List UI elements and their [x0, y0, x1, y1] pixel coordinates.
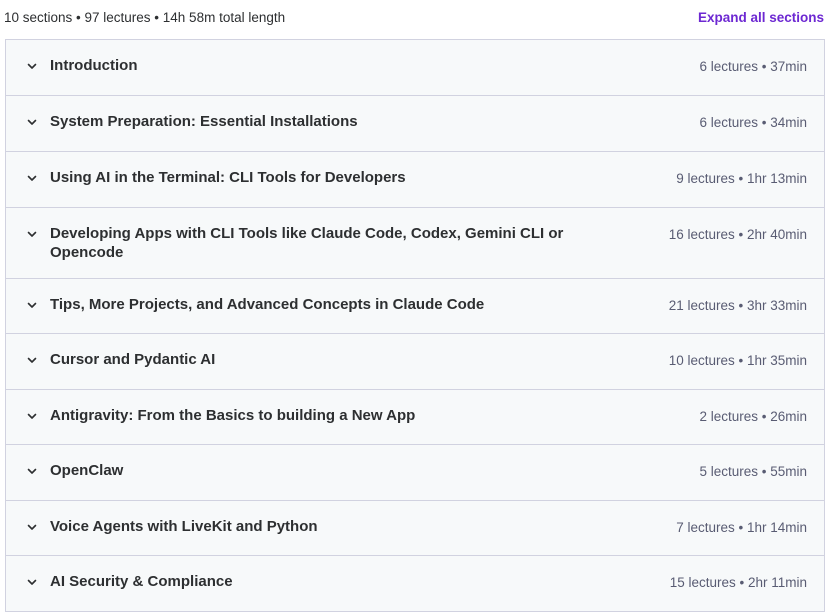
section-meta: 6 lectures • 34min	[699, 115, 807, 130]
section-row[interactable]: Tips, More Projects, and Advanced Concep…	[6, 279, 824, 334]
section-row[interactable]: Antigravity: From the Basics to building…	[6, 390, 824, 445]
section-row[interactable]: Using AI in the Terminal: CLI Tools for …	[6, 152, 824, 208]
section-title: Tips, More Projects, and Advanced Concep…	[50, 296, 485, 313]
section-row[interactable]: Voice Agents with LiveKit and Python 7 le…	[6, 501, 824, 556]
section-meta: 15 lectures • 2hr 11min	[669, 575, 807, 590]
section-title: Cursor and Pydantic AI	[50, 351, 216, 368]
section-list: Introduction 6 lectures • 37min System Pre…	[5, 39, 825, 612]
section-title: System Preparation: Essential Installati…	[50, 113, 358, 130]
section-meta: 10 lectures • 1hr 35min	[668, 353, 807, 368]
chevron-down-icon	[24, 463, 40, 479]
section-meta: 2 lectures • 26min	[699, 409, 807, 424]
curriculum-header: 10 sections • 97 lectures • 14h 58m tota…	[0, 0, 836, 39]
section-meta: 16 lectures • 2hr 40min	[668, 227, 807, 242]
section-meta: 5 lectures • 55min	[699, 464, 807, 479]
section-title: Introduction	[50, 57, 138, 74]
section-row[interactable]: Introduction 6 lectures • 37min	[6, 40, 824, 96]
section-row[interactable]: OpenClaw 5 lectures • 55min	[6, 445, 824, 501]
section-row[interactable]: Cursor and Pydantic AI 10 lectures • 1hr …	[6, 334, 824, 390]
expand-all-sections-button[interactable]: Expand all sections	[698, 10, 824, 25]
section-meta: 9 lectures • 1hr 13min	[676, 171, 807, 186]
chevron-down-icon	[24, 352, 40, 368]
section-title: AI Security & Compliance	[50, 573, 233, 590]
section-row[interactable]: Developing Apps with CLI Tools like Clau…	[6, 208, 824, 279]
chevron-down-icon	[24, 574, 40, 590]
section-title: Using AI in the Terminal: CLI Tools for …	[50, 169, 406, 186]
section-meta: 21 lectures • 3hr 33min	[668, 298, 807, 313]
section-meta: 7 lectures • 1hr 14min	[676, 520, 807, 535]
section-row[interactable]: System Preparation: Essential Installati…	[6, 96, 824, 152]
section-row[interactable]: AI Security & Compliance 15 lectures • 2h…	[6, 556, 824, 612]
section-meta: 6 lectures • 37min	[699, 59, 807, 74]
chevron-down-icon	[24, 226, 40, 242]
chevron-down-icon	[24, 58, 40, 74]
chevron-down-icon	[24, 297, 40, 313]
chevron-down-icon	[24, 114, 40, 130]
course-summary: 10 sections • 97 lectures • 14h 58m tota…	[4, 10, 286, 25]
section-title: Antigravity: From the Basics to building…	[50, 407, 416, 424]
chevron-down-icon	[24, 519, 40, 535]
section-title: Voice Agents with LiveKit and Python	[50, 518, 318, 535]
chevron-down-icon	[24, 408, 40, 424]
section-title: Developing Apps with CLI Tools like Clau…	[50, 225, 564, 261]
section-title: OpenClaw	[50, 462, 124, 479]
chevron-down-icon	[24, 170, 40, 186]
